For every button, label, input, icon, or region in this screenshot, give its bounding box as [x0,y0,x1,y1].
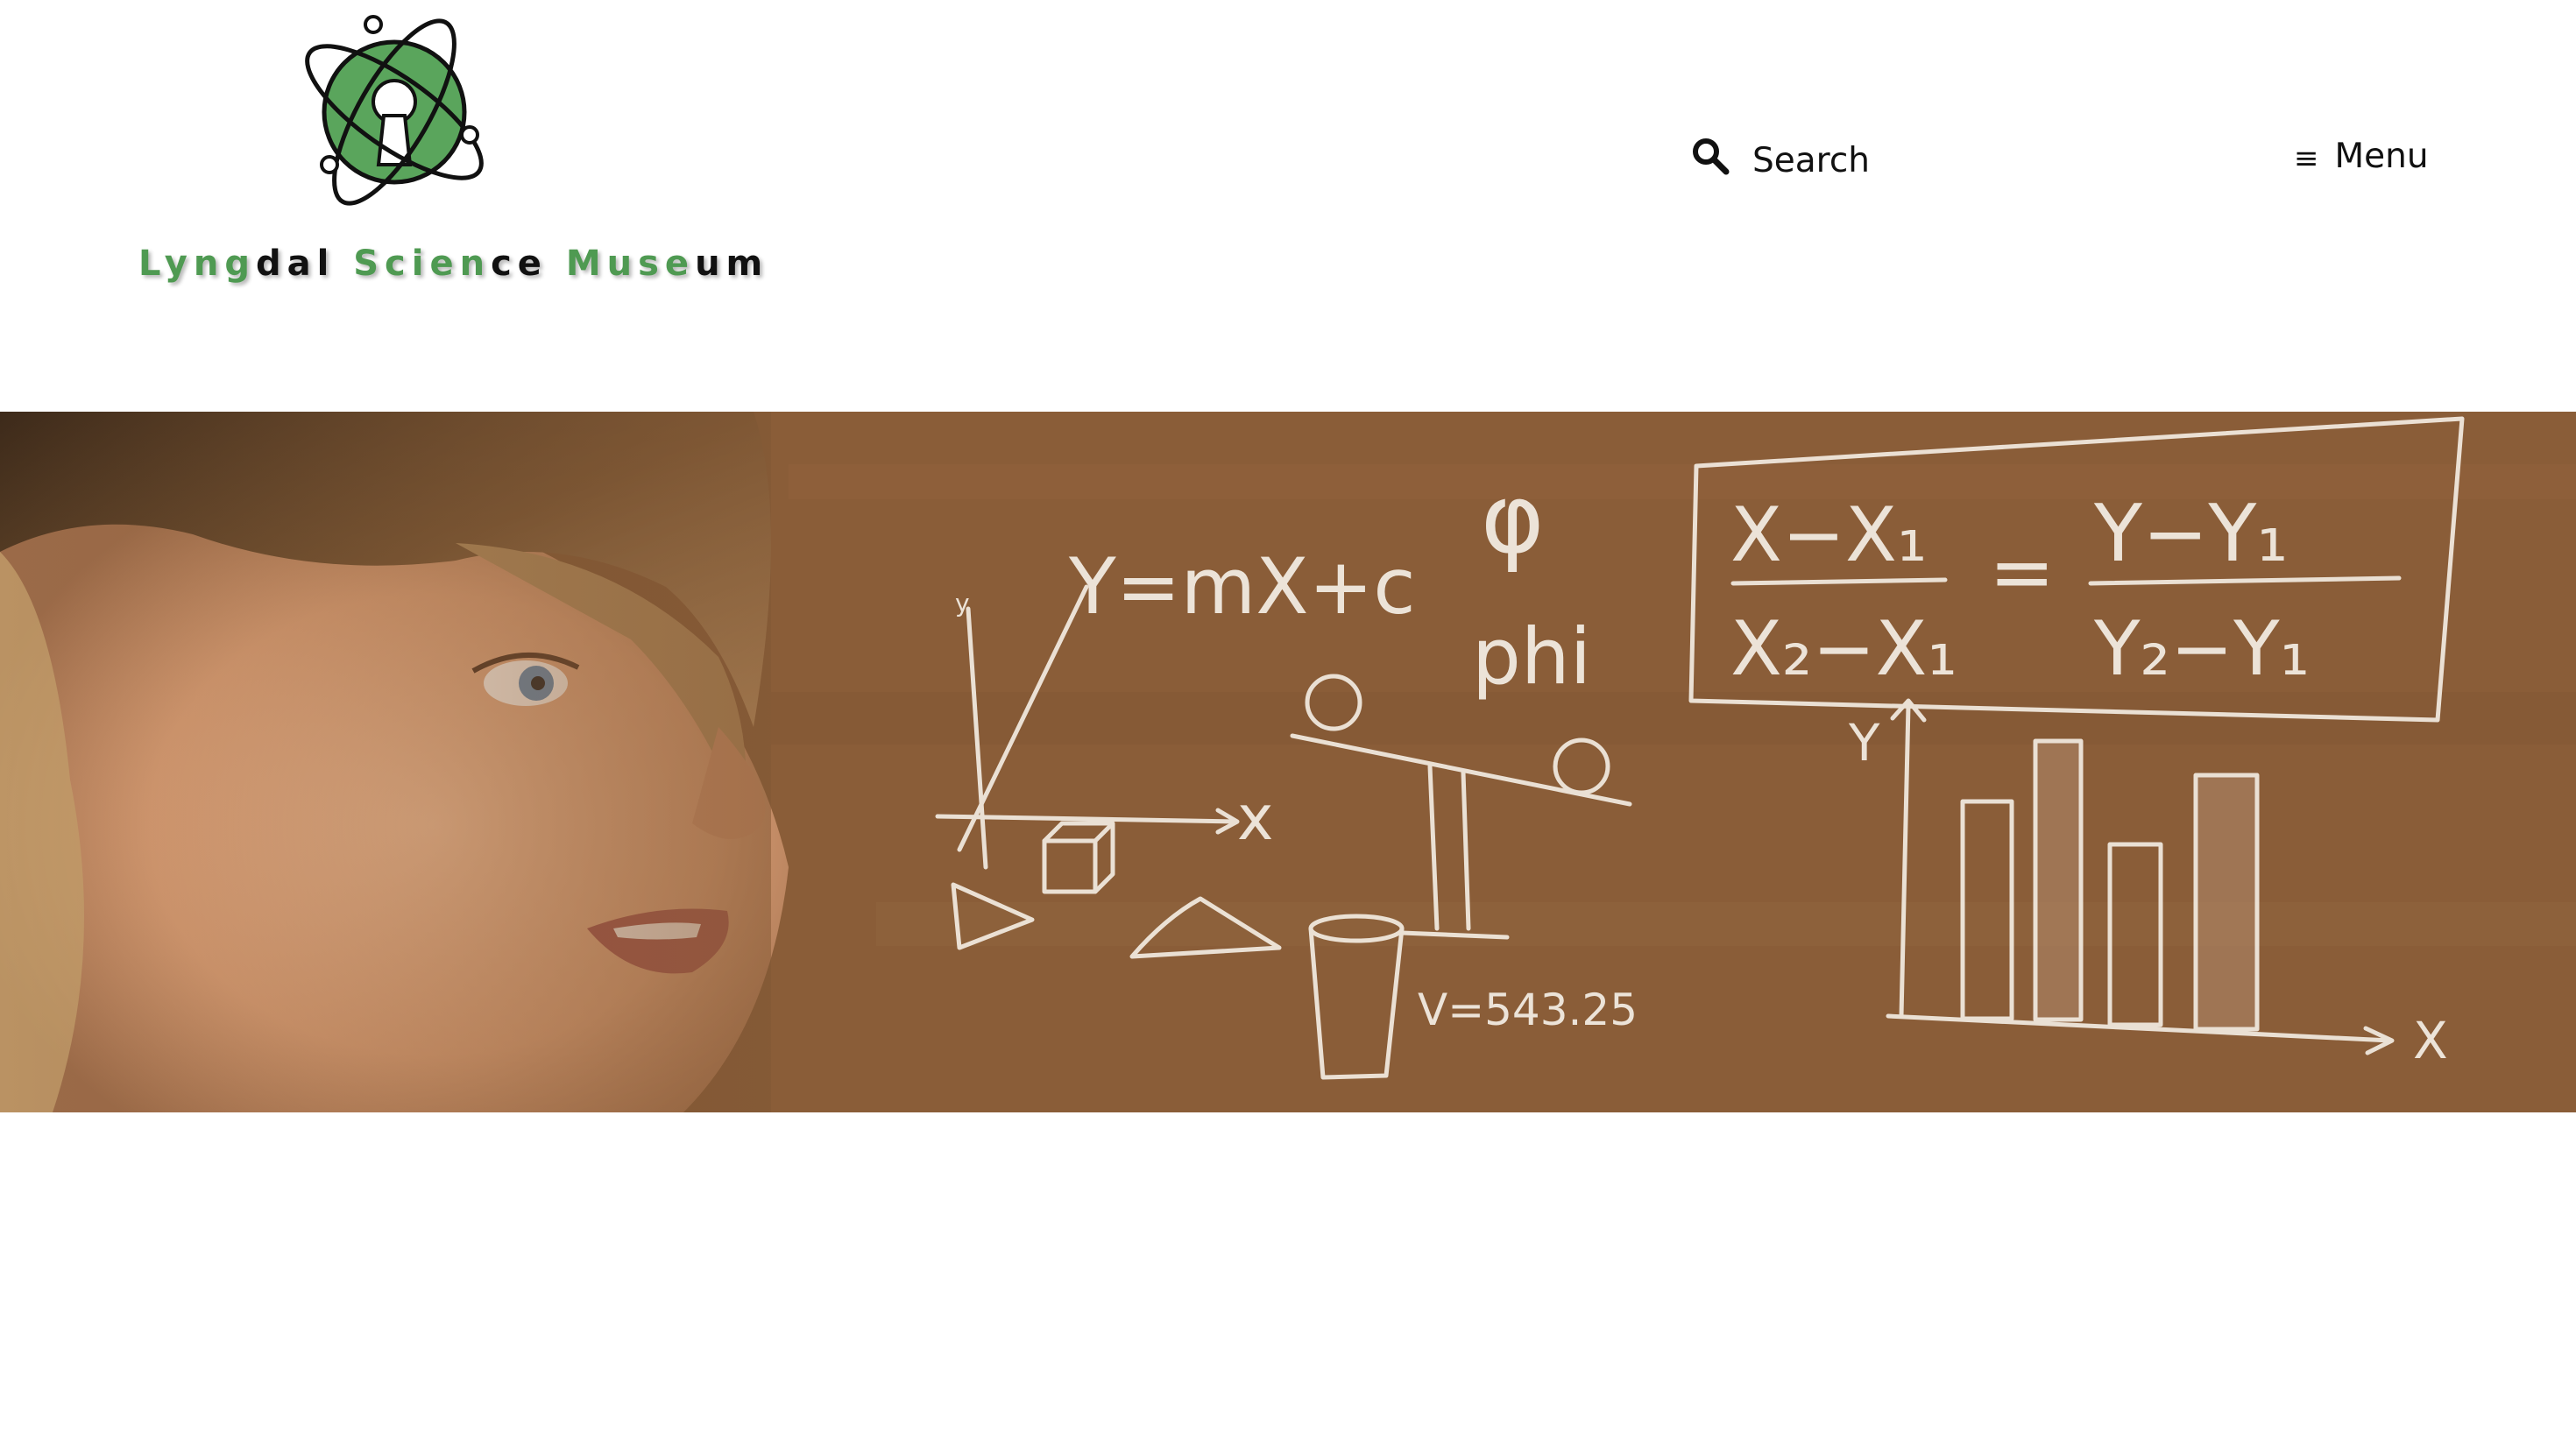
wordmark-part: Muse [565,244,696,284]
wordmark-part: ce [491,244,566,284]
logo-wordmark: Lyngdal Science Museum [138,244,768,284]
page: Lyngdal Science Museum Search ≡ Menu Y=m… [0,0,2576,1447]
chalk-slope-right-top: Y−Y₁ [2093,488,2288,580]
menu-label: Menu [2334,136,2429,176]
chalk-axis-y-small: y [955,589,970,618]
child-portrait [0,412,789,1112]
wordmark-part: Lyng [138,244,256,284]
hero-banner: Y=mX+c φ phi V=543.25 y x X−X₁ X₂−X₁ = Y… [0,412,2576,1112]
chalk-line-equation: Y=mX+c [1068,541,1416,632]
wordmark-part: um [695,244,769,284]
wordmark-part: Scien [353,244,492,284]
wordmark-part: dal [255,244,354,284]
site-header: Lyngdal Science Museum Search ≡ Menu [0,0,2576,412]
chalk-slope-left-top: X−X₁ [1730,491,1927,579]
atom-keyhole-logo-icon [305,15,484,206]
search-icon [1693,138,1730,175]
chalk-axis-x-small: x [1237,782,1273,854]
chalk-phi-word: phi [1472,611,1591,702]
hamburger-icon: ≡ [2294,141,2319,176]
chalk-phi-symbol: φ [1481,462,1545,575]
search-label: Search [1752,140,1870,180]
chalk-slope-left-bottom: X₂−X₁ [1730,605,1957,693]
chalk-axis-X: X [2413,1011,2448,1070]
chalk-slope-equals: = [1989,526,2055,618]
chalk-axis-Y: Y [1848,713,1880,773]
chalk-slope-right-bottom: Y₂−Y₁ [2093,605,2310,693]
hero-image: Y=mX+c φ phi V=543.25 y x X−X₁ X₂−X₁ = Y… [0,412,2576,1112]
logo-home-link[interactable]: Lyngdal Science Museum [131,0,762,307]
search-button[interactable]: Search [1689,130,1870,191]
chalk-volume: V=543.25 [1418,985,1638,1035]
menu-button[interactable]: ≡ Menu [2294,130,2429,182]
